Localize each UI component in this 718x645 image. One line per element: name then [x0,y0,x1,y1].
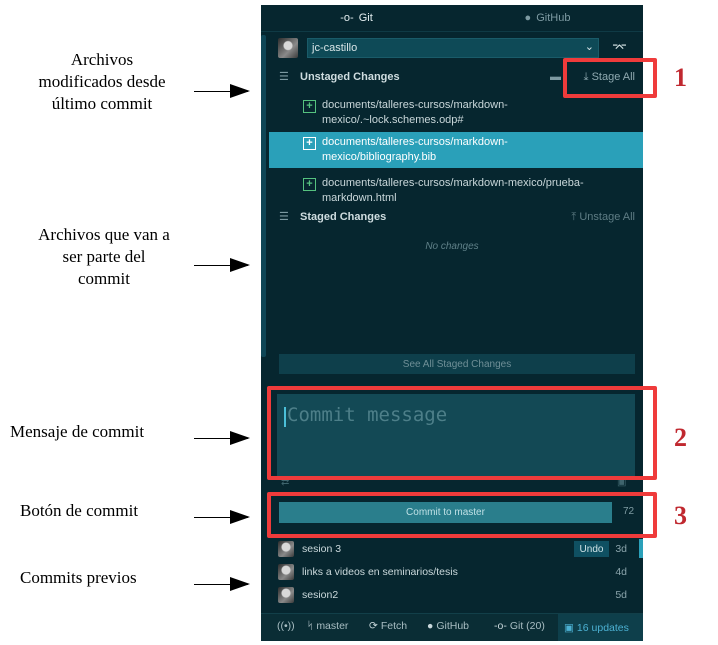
commit-button-label: Commit to master [406,507,485,518]
list-item[interactable]: sesion 3 Undo 3d [261,539,643,562]
added-file-icon: + [303,137,316,150]
tab-git[interactable]: -o- Git [261,5,452,31]
commit-subject: sesion2 [302,589,339,601]
branch-icon: ᛋ [307,620,314,632]
commit-message-input[interactable]: Commit message [277,394,635,476]
repo-row: jc-castillo ⌄ ⌤ [261,37,643,63]
arrow-modified-icon [194,84,250,98]
annotation-commit-button: Botón de commit [20,501,139,520]
tab-git-label: Git [358,12,373,24]
branch-status[interactable]: ᛋ master [307,620,348,632]
github-icon: ● [427,620,434,632]
list-item[interactable]: + documents/talleres-cursos/markdown- me… [261,95,643,131]
staged-header: ☰ Staged Changes ⤒ Unstage All [261,207,643,229]
commit-subject: links a videos en seminarios/tesis [302,566,458,578]
commit-subject: sesion 3 [302,543,342,555]
git-commit-icon: -o- [494,620,507,632]
fetch-button[interactable]: ⟳ Fetch [369,620,407,632]
updates-label: 16 updates [576,621,629,634]
avatar [278,564,294,580]
annotation-commit-message: Mensaje de commit [10,422,145,441]
unstaged-header: ☰ Unstaged Changes ▬ ⤓ Stage All [261,67,643,89]
arrow-previous-icon [194,577,250,591]
unstaged-title: Unstaged Changes [300,71,400,83]
user-select[interactable]: jc-castillo ⌄ [307,38,599,58]
user-select-value: jc-castillo [312,42,358,54]
git-label: Git (20) [509,620,545,632]
list-item[interactable]: + documents/talleres-cursos/markdown- me… [269,132,643,168]
commit-age: 4d [615,566,627,578]
file-path: documents/talleres-cursos/markdown- mexi… [322,136,508,163]
no-changes-text: No changes [425,241,479,252]
expand-editor-icon[interactable]: ▣ [617,477,626,488]
stage-all-button[interactable]: ⤓ Stage All [584,71,635,84]
git-status[interactable]: -o- Git (20) [494,620,545,632]
text-cursor [284,407,286,427]
collapse-icon[interactable]: ▬ [550,71,561,83]
file-path: documents/talleres-cursos/markdown- mexi… [322,99,508,126]
list-icon: ☰ [279,71,289,83]
annotation-previous-commits: Commits previos [20,568,137,587]
chevron-down-icon: ⌄ [584,41,594,53]
panel-tabs: -o- Git ● GitHub [261,5,643,32]
avatar [278,587,294,603]
see-all-staged-button[interactable]: See All Staged Changes [279,354,635,374]
git-commit-icon: -o- [340,12,354,24]
broadcast-icon[interactable]: ((•)) [277,620,295,632]
github-label: GitHub [436,620,470,632]
commit-button[interactable]: Commit to master [279,502,612,523]
file-path: documents/talleres-cursos/markdown-mexic… [322,177,584,204]
checklist-icon: ☰ [279,211,289,223]
commit-age: 5d [615,589,627,601]
arrow-staged-icon [194,258,250,272]
package-icon: ▣ [564,621,574,634]
branch-label: master [316,620,349,632]
avatar [278,38,298,58]
co-author-icon[interactable]: ⇄ [281,477,289,488]
added-file-icon: + [303,100,316,113]
github-status[interactable]: ● GitHub [427,620,469,632]
commit-age: 3d [615,543,627,555]
avatar [278,541,294,557]
staged-title: Staged Changes [300,211,387,223]
selection-marker [639,539,643,558]
annotation-staged-files: Archivos que van a ser parte del commit [38,225,170,288]
step-number-2: 2 [674,423,687,452]
stage-all-label: Stage All [591,71,635,83]
added-file-icon: + [303,178,316,191]
status-bar: ((•)) ᛋ master ⟳ Fetch ● GitHub -o- Git (20)… [261,613,643,641]
list-item[interactable]: sesion2 5d [261,585,643,608]
undo-button[interactable]: Undo [574,541,609,557]
unstage-all-label: Unstage All [579,211,635,223]
fetch-label: Fetch [380,620,408,632]
character-count: 72 [623,506,635,517]
arrow-button-icon [194,510,250,524]
tab-github-label: GitHub [536,12,571,24]
step-number-3: 3 [674,501,687,530]
tab-github[interactable]: ● GitHub [452,5,643,31]
commit-message-placeholder: Commit message [287,404,448,426]
arrow-message-icon [194,431,250,445]
annotation-modified-files: Archivos modificados desde último commit [38,50,166,113]
unstage-all-button[interactable]: ⤒ Unstage All [571,211,635,224]
refresh-icon: ⟳ [369,620,378,632]
list-item[interactable]: links a videos en seminarios/tesis 4d [261,562,643,585]
unlock-icon[interactable]: ⌤ [612,40,627,56]
list-item[interactable]: + documents/talleres-cursos/markdown-mex… [261,173,643,209]
see-all-staged-label: See All Staged Changes [402,358,512,370]
step-number-1: 1 [674,63,687,92]
github-icon: ● [524,12,532,24]
updates-button[interactable]: ▣ 16 updates [558,614,643,641]
git-panel: -o- Git ● GitHub jc-castillo ⌄ ⌤ ☰ Unsta… [261,5,643,641]
